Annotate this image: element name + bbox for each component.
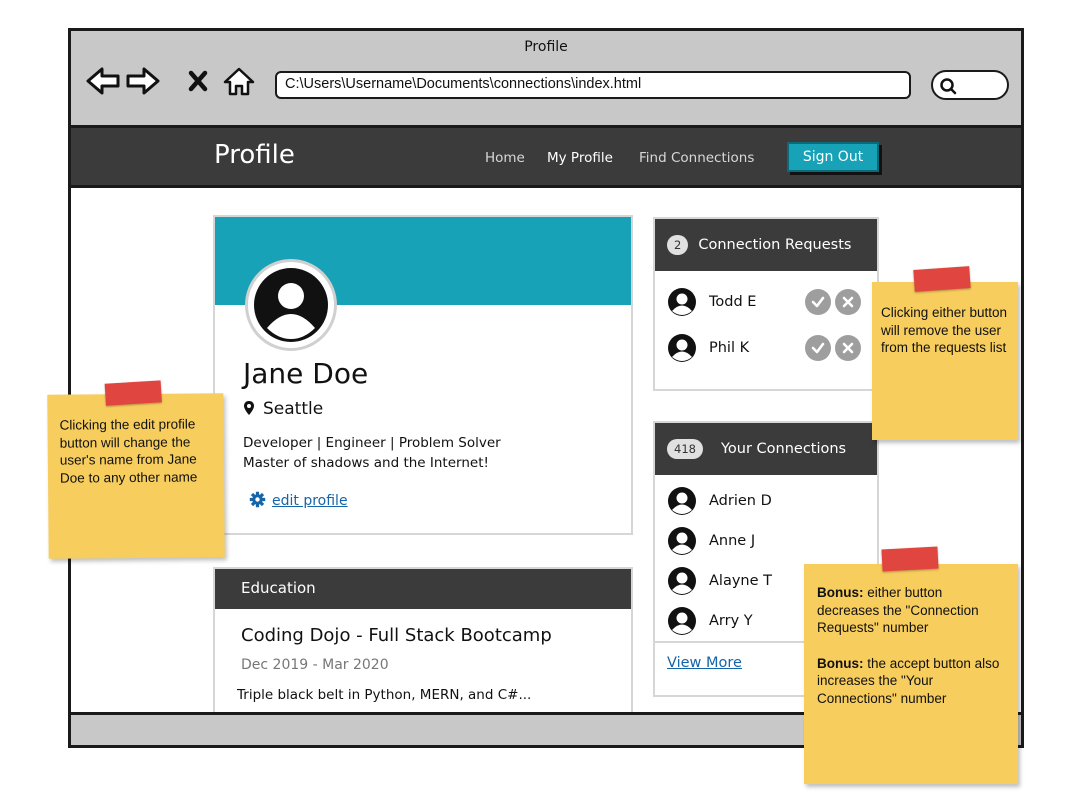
accept-request-button[interactable]: [805, 289, 831, 315]
forward-button[interactable]: [125, 65, 161, 97]
edit-profile-label: edit profile: [272, 493, 348, 509]
location-text: Seattle: [263, 399, 324, 419]
education-description: Triple black belt in Python, MERN, and C…: [237, 687, 532, 703]
request-row: Phil K: [655, 325, 877, 371]
check-icon: [811, 342, 825, 354]
check-icon: [811, 296, 825, 308]
requests-count-badge: 2: [667, 235, 689, 255]
tape-strip: [104, 380, 162, 406]
request-user-name: Phil K: [709, 340, 750, 356]
sticky-note-requests: Clicking either button will remove the u…: [872, 266, 1018, 440]
requests-title: Connection Requests: [698, 237, 852, 253]
bonus-label: Bonus:: [817, 655, 864, 671]
decline-request-button[interactable]: [835, 289, 861, 315]
connection-row[interactable]: Anne J: [655, 521, 877, 561]
requests-header: 2 Connection Requests: [655, 219, 877, 271]
connection-user-name: Alayne T: [709, 573, 772, 589]
connections-header: 418 Your Connections: [655, 423, 877, 475]
browser-chrome: Profile C:\Users\Username\Documents\conn…: [71, 31, 1021, 128]
tape-strip: [913, 266, 971, 292]
profile-avatar: [245, 259, 337, 351]
connection-user-name: Adrien D: [709, 493, 772, 509]
window-title: Profile: [524, 39, 568, 55]
connection-user-name: Arry Y: [709, 613, 753, 629]
education-school: Coding Dojo - Full Stack Bootcamp: [241, 625, 552, 646]
bonus-note-2: Bonus: the accept button also increases …: [817, 655, 1008, 708]
education-dates: Dec 2019 - Mar 2020: [241, 657, 389, 673]
nav-link-my-profile[interactable]: My Profile: [547, 150, 613, 166]
connection-user-name: Anne J: [709, 533, 756, 549]
profile-card: Jane Doe Seattle Developer | Engineer | …: [213, 215, 633, 535]
back-button[interactable]: [85, 65, 121, 97]
user-avatar-icon: [254, 268, 328, 342]
education-header: Education: [215, 569, 631, 609]
note-text: Clicking either button will remove the u…: [881, 305, 1008, 356]
edit-profile-link[interactable]: edit profile: [249, 491, 348, 509]
stop-button[interactable]: [185, 65, 211, 97]
nav-link-find-connections[interactable]: Find Connections: [639, 150, 754, 166]
gear-icon: [249, 491, 266, 508]
app-navbar: Profile Home My Profile Find Connections…: [71, 128, 1021, 188]
home-button[interactable]: [221, 65, 257, 97]
close-icon: [842, 296, 854, 308]
sticky-note-edit-profile: Clicking the edit profile button will ch…: [47, 380, 225, 559]
sign-out-button[interactable]: Sign Out: [787, 142, 879, 172]
user-avatar-icon: [668, 288, 696, 316]
home-icon: [223, 67, 255, 96]
profile-location: Seattle: [243, 399, 323, 419]
close-icon: [842, 342, 854, 354]
forward-arrow-icon: [126, 67, 160, 95]
search-field[interactable]: [931, 70, 1009, 100]
user-avatar-icon: [668, 607, 696, 635]
brand-title: Profile: [214, 140, 295, 170]
tape-strip: [881, 546, 939, 572]
map-pin-icon: [244, 401, 254, 415]
address-bar[interactable]: C:\Users\Username\Documents\connections\…: [275, 71, 911, 99]
user-avatar-icon: [668, 487, 696, 515]
decline-request-button[interactable]: [835, 335, 861, 361]
back-arrow-icon: [86, 67, 120, 95]
connections-count-badge: 418: [667, 439, 703, 459]
user-avatar-icon: [668, 334, 696, 362]
profile-name: Jane Doe: [243, 357, 369, 390]
accept-request-button[interactable]: [805, 335, 831, 361]
nav-link-home[interactable]: Home: [485, 150, 525, 166]
education-card: Education Coding Dojo - Full Stack Bootc…: [213, 567, 633, 715]
close-icon: [188, 70, 208, 92]
user-avatar-icon: [668, 567, 696, 595]
bonus-note-1: Bonus: either button decreases the "Conn…: [817, 584, 1008, 637]
request-user-name: Todd E: [709, 294, 757, 310]
connections-title: Your Connections: [720, 441, 847, 457]
profile-bio-line-2: Master of shadows and the Internet!: [243, 455, 489, 471]
search-icon: [940, 78, 957, 95]
request-row: Todd E: [655, 279, 877, 325]
note-text: Clicking the edit profile button will ch…: [59, 416, 198, 486]
connection-requests-card: 2 Connection Requests Todd E Phil K: [653, 217, 879, 391]
bonus-label: Bonus:: [817, 585, 864, 600]
user-avatar-icon: [668, 527, 696, 555]
connection-row[interactable]: Adrien D: [655, 481, 877, 521]
sticky-note-bonus: Bonus: either button decreases the "Conn…: [804, 546, 1018, 784]
profile-bio-line-1: Developer | Engineer | Problem Solver: [243, 435, 501, 451]
